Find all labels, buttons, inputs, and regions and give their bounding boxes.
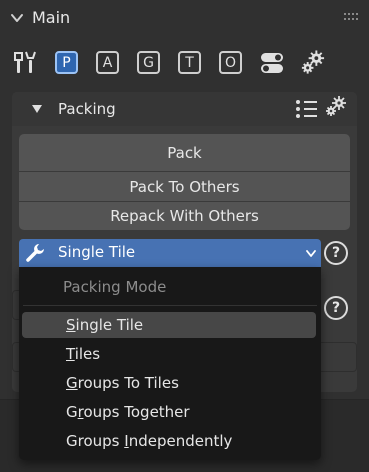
main-panel-header[interactable]: Main	[0, 0, 369, 36]
wrench-screwdriver-icon	[13, 51, 36, 73]
help-button[interactable]: ?	[324, 296, 348, 320]
pack-to-others-button[interactable]: Pack To Others	[19, 172, 350, 201]
repack-with-others-button[interactable]: Repack With Others	[19, 202, 350, 230]
wrench-icon	[26, 244, 44, 262]
tab-t-button[interactable]: T	[178, 51, 201, 74]
tab-g-button[interactable]: G	[137, 51, 160, 74]
main-panel-title: Main	[32, 8, 71, 27]
packing-mode-dropdown[interactable]: Single Tile	[19, 239, 321, 267]
list-icon[interactable]	[295, 99, 319, 119]
tab-o-button[interactable]: O	[219, 51, 242, 74]
menu-item-groups-to-tiles[interactable]: Groups To Tiles	[22, 370, 316, 396]
pack-button[interactable]: Pack	[19, 134, 350, 171]
tab-p-button[interactable]: P	[55, 51, 78, 74]
pack-button-group: Pack Pack To Others Repack With Others	[19, 134, 350, 230]
packing-panel-title: Packing	[58, 100, 116, 118]
collapse-triangle-icon[interactable]	[31, 104, 43, 114]
help-button[interactable]: ?	[324, 241, 348, 265]
toggle-icon	[260, 52, 283, 73]
chevron-down-icon	[306, 250, 316, 257]
toggle-button[interactable]	[258, 49, 285, 76]
packing-mode-value: Single Tile	[58, 243, 136, 261]
tab-a-button[interactable]: A	[96, 51, 119, 74]
menu-item-groups-independently[interactable]: Groups Independently	[22, 428, 316, 454]
menu-divider	[23, 305, 317, 306]
menu-item-tiles[interactable]: Tiles	[22, 341, 316, 367]
drag-grip-icon[interactable]	[344, 12, 360, 22]
gears-button[interactable]	[299, 49, 326, 76]
menu-item-groups-together[interactable]: Groups Together	[22, 399, 316, 425]
chevron-down-icon	[11, 14, 23, 22]
wrench-screwdriver-button[interactable]	[12, 49, 39, 76]
gears-icon[interactable]	[323, 95, 347, 119]
packing-mode-menu: Packing Mode Single Tile Tiles Groups To…	[19, 267, 321, 460]
menu-item-single-tile[interactable]: Single Tile	[22, 312, 316, 338]
gears-icon	[301, 49, 325, 74]
menu-heading: Packing Mode	[63, 278, 167, 296]
